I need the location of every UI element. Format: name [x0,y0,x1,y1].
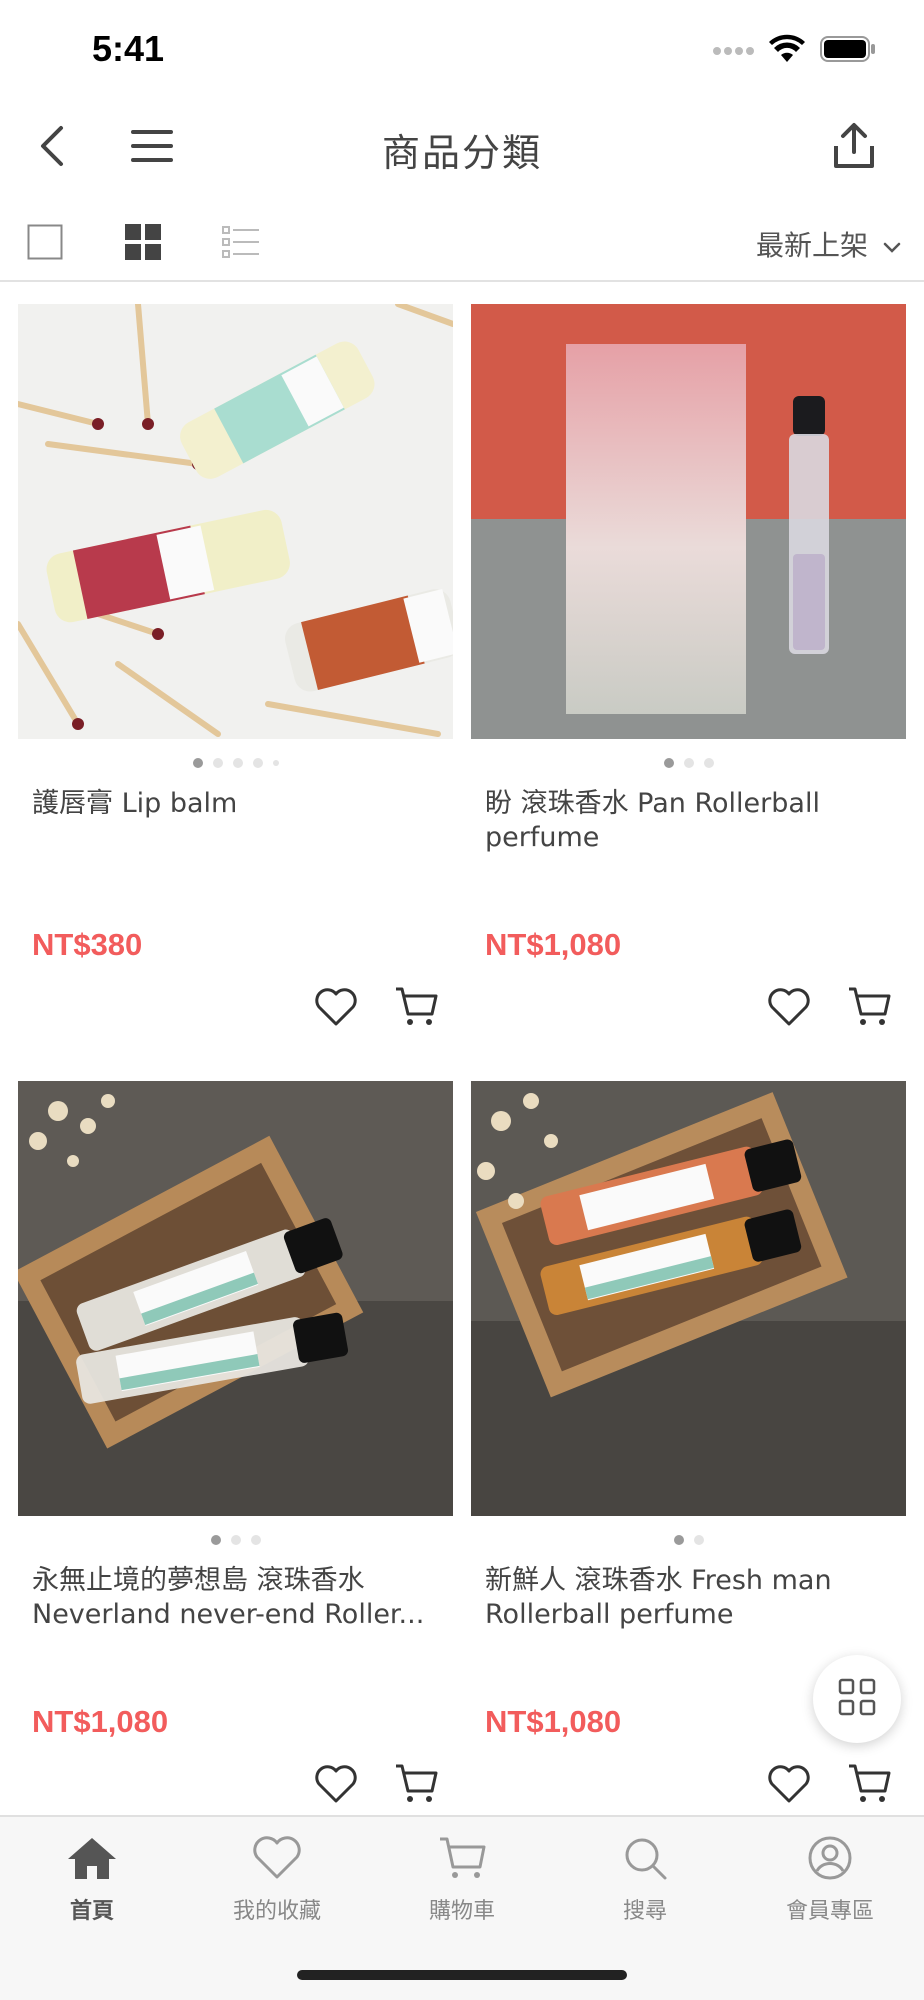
product-name[interactable]: 護唇膏 Lip balm [18,787,453,897]
tab-cart[interactable]: 購物車 [392,1835,532,1925]
product-image[interactable] [471,1081,906,1516]
add-to-cart-button[interactable] [846,1763,892,1809]
sort-label: 最新上架 [755,229,868,262]
list-view-icon [222,226,260,262]
heart-icon [251,1835,303,1885]
home-icon [66,1835,118,1885]
battery-icon [820,35,876,67]
add-to-cart-button[interactable] [846,986,892,1032]
tab-member[interactable]: 會員專區 [760,1835,900,1925]
product-name[interactable]: 永無止境的夢想島 滾珠香水 Neverland never-end Roller… [18,1564,453,1674]
product-name[interactable]: 盼 滾珠香水 Pan Rollerball perfume [471,787,906,897]
heart-icon [314,987,358,1031]
heart-icon [314,1764,358,1808]
view-grid-button[interactable] [123,224,163,264]
view-toolbar: 最新上架 [0,208,924,282]
wishlist-button[interactable] [313,1763,359,1809]
wishlist-button[interactable] [766,986,812,1032]
product-image[interactable] [18,1081,453,1516]
user-icon [804,1835,856,1885]
add-to-cart-button[interactable] [393,1763,439,1809]
product-image[interactable] [18,304,453,739]
product-card[interactable]: 新鮮人 滾珠香水 Fresh man Rollerball perfume NT… [471,1081,906,1858]
status-time: 5:41 [92,28,165,69]
single-view-icon [27,224,63,264]
add-to-cart-button[interactable] [393,986,439,1032]
wifi-icon [768,34,806,68]
product-price: NT$1,080 [485,927,622,962]
signal-icon [712,42,754,61]
share-icon [830,122,878,174]
category-fab-button[interactable] [813,1655,901,1743]
product-card[interactable]: 護唇膏 Lip balm NT$380 [18,304,453,1081]
tab-label: 會員專區 [785,1899,874,1924]
tab-search[interactable]: 搜尋 [575,1835,715,1925]
sort-dropdown[interactable]: 最新上架 [756,224,902,264]
status-bar: 5:41 [0,0,924,100]
image-pager [471,739,906,787]
heart-icon [767,987,811,1031]
image-pager [18,1516,453,1564]
grid-icon [838,1678,876,1720]
share-button[interactable] [824,118,884,178]
product-card[interactable]: 永無止境的夢想島 滾珠香水 Neverland never-end Roller… [18,1081,453,1858]
product-price: NT$1,080 [32,1704,169,1739]
search-icon [619,1835,671,1885]
cart-icon [436,1835,488,1885]
image-pager [18,739,453,787]
tab-favorites[interactable]: 我的收藏 [207,1835,347,1925]
view-single-button[interactable] [25,224,65,264]
heart-icon [767,1764,811,1808]
grid-view-icon [125,224,161,264]
cart-icon [394,986,438,1032]
tab-label: 購物車 [428,1899,495,1924]
product-image[interactable] [471,304,906,739]
tab-home[interactable]: 首頁 [22,1835,162,1925]
product-grid: 護唇膏 Lip balm NT$380 盼 滾珠香水 Pan Rollerbal… [18,304,906,1858]
cart-icon [394,1763,438,1809]
view-list-button[interactable] [221,224,261,264]
tab-label: 搜尋 [622,1899,667,1924]
product-price: NT$380 [32,927,143,962]
cart-icon [847,986,891,1032]
chevron-down-icon [882,228,902,261]
tab-label: 首頁 [69,1899,114,1924]
nav-bar: 商品分類 [0,100,924,196]
wishlist-button[interactable] [313,986,359,1032]
status-icons [712,34,876,68]
page-title: 商品分類 [381,131,542,175]
tab-label: 我的收藏 [232,1899,321,1924]
product-card[interactable]: 盼 滾珠香水 Pan Rollerball perfume NT$1,080 [471,304,906,1081]
cart-icon [847,1763,891,1809]
home-indicator [297,1970,627,1980]
wishlist-button[interactable] [766,1763,812,1809]
image-pager [471,1516,906,1564]
